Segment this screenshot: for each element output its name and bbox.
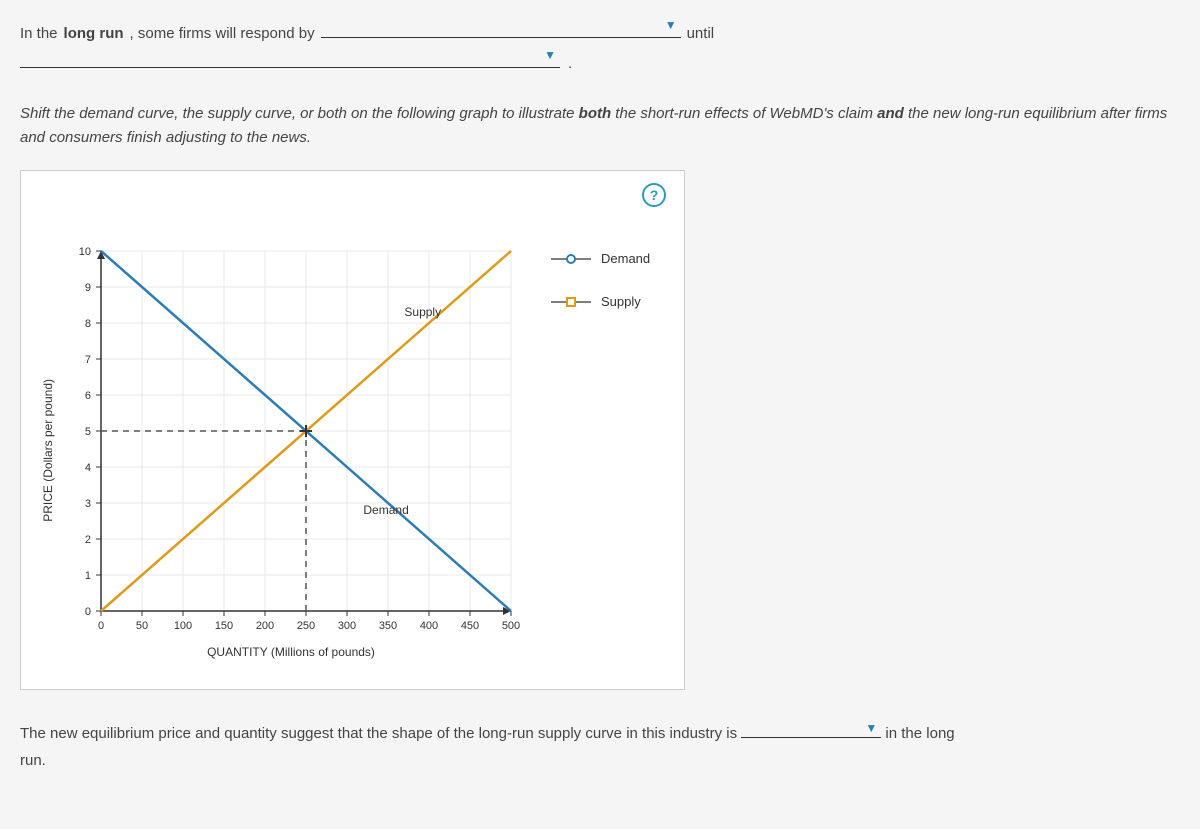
svg-text:8: 8	[85, 318, 91, 330]
svg-text:100: 100	[174, 620, 192, 632]
graph-instruction: Shift the demand curve, the supply curve…	[20, 102, 1180, 150]
dropdown-supply-shape[interactable]: ▼	[741, 720, 881, 738]
svg-text:200: 200	[256, 620, 274, 632]
y-axis-label: PRICE (Dollars per pound)	[41, 379, 55, 522]
legend-supply-label: Supply	[601, 294, 641, 309]
svg-text:7: 7	[85, 354, 91, 366]
svg-text:300: 300	[338, 620, 356, 632]
conclusion-text: The new equilibrium price and quantity s…	[20, 720, 1180, 774]
question-line-2: ▼ .	[20, 50, 1180, 72]
chevron-down-icon: ▼	[665, 18, 677, 32]
svg-text:9: 9	[85, 282, 91, 294]
dropdown-firms-respond[interactable]: ▼	[321, 20, 681, 38]
q1-bold: long run	[64, 25, 124, 42]
chart-plot[interactable]: 0 50 100 150 200 250 300 350 400 450 500 0 1 2 3 4 5 6 7 8 9…	[61, 241, 521, 641]
svg-text:0: 0	[98, 620, 104, 632]
svg-text:1: 1	[85, 570, 91, 582]
svg-text:150: 150	[215, 620, 233, 632]
svg-text:400: 400	[420, 620, 438, 632]
svg-text:6: 6	[85, 390, 91, 402]
q1-prefix: In the	[20, 25, 58, 42]
q1-period: .	[568, 55, 572, 72]
chevron-down-icon: ▼	[865, 718, 877, 740]
q1-until: until	[687, 25, 715, 42]
circle-icon	[566, 254, 576, 264]
svg-text:500: 500	[502, 620, 520, 632]
graph-panel: ? PRICE (Dollars per pound) 050100150200…	[20, 170, 685, 690]
svg-text:Demand: Demand	[363, 503, 408, 517]
svg-text:0: 0	[85, 606, 91, 618]
svg-text:350: 350	[379, 620, 397, 632]
x-axis-label: QUANTITY (Millions of pounds)	[61, 645, 521, 659]
chevron-down-icon: ▼	[544, 48, 556, 62]
question-line-1: In the long run , some firms will respond…	[20, 20, 1180, 42]
svg-text:5: 5	[85, 426, 91, 438]
legend-demand[interactable]: Demand	[551, 251, 650, 266]
legend: Demand Supply	[551, 251, 650, 337]
svg-text:2: 2	[85, 534, 91, 546]
dropdown-until-condition[interactable]: ▼	[20, 50, 560, 68]
svg-text:450: 450	[461, 620, 479, 632]
legend-demand-label: Demand	[601, 251, 650, 266]
square-icon	[566, 297, 576, 307]
svg-text:250: 250	[297, 620, 315, 632]
svg-text:Supply: Supply	[404, 305, 441, 319]
svg-text:10: 10	[79, 246, 91, 258]
help-button[interactable]: ?	[642, 183, 666, 207]
svg-text:50: 50	[136, 620, 148, 632]
q1-mid: , some firms will respond by	[130, 25, 315, 42]
legend-supply[interactable]: Supply	[551, 294, 650, 309]
svg-text:3: 3	[85, 498, 91, 510]
svg-text:4: 4	[85, 462, 91, 474]
